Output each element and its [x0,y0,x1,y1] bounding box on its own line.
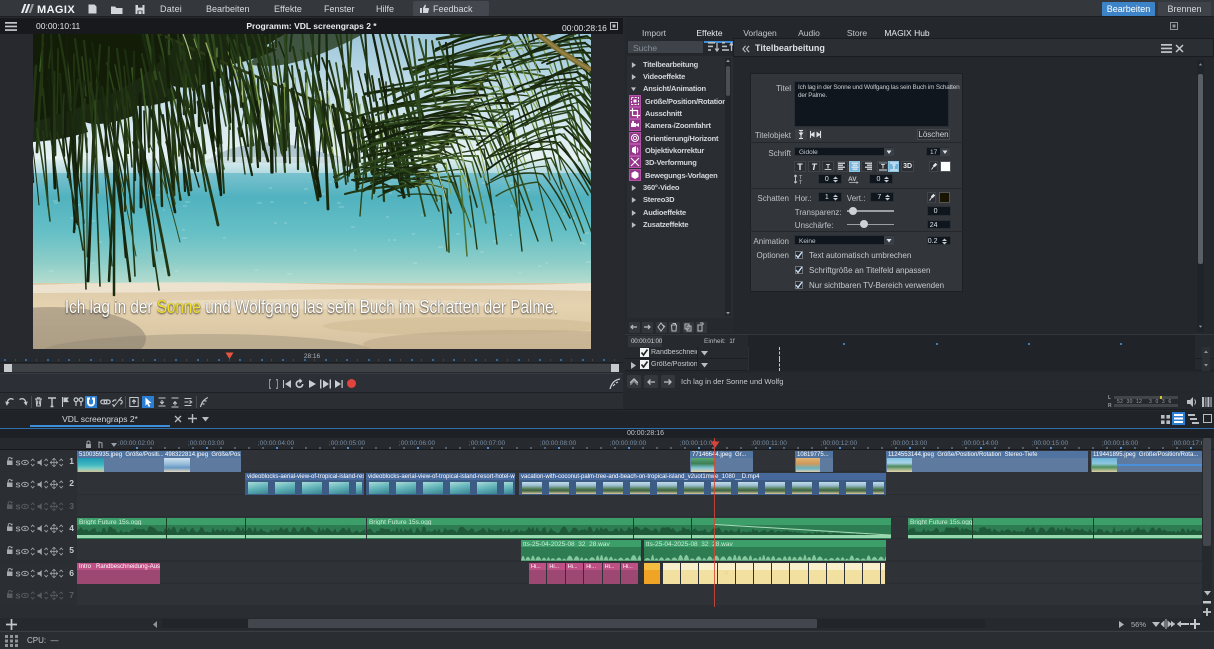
svg-text:S: S [16,458,21,467]
svg-text:S: S [16,503,21,512]
svg-text:AV: AV [848,176,857,183]
svg-text:T: T [811,162,818,171]
svg-text:S: S [16,592,21,601]
svg-text:MAGIX: MAGIX [37,4,75,15]
svg-text:S: S [16,525,21,534]
svg-text:S: S [16,547,21,556]
svg-text:S: S [16,480,21,489]
svg-text:T: T [797,162,803,171]
svg-text:S: S [16,570,21,579]
svg-text:T: T [881,164,885,171]
svg-text:T: T [799,180,803,184]
